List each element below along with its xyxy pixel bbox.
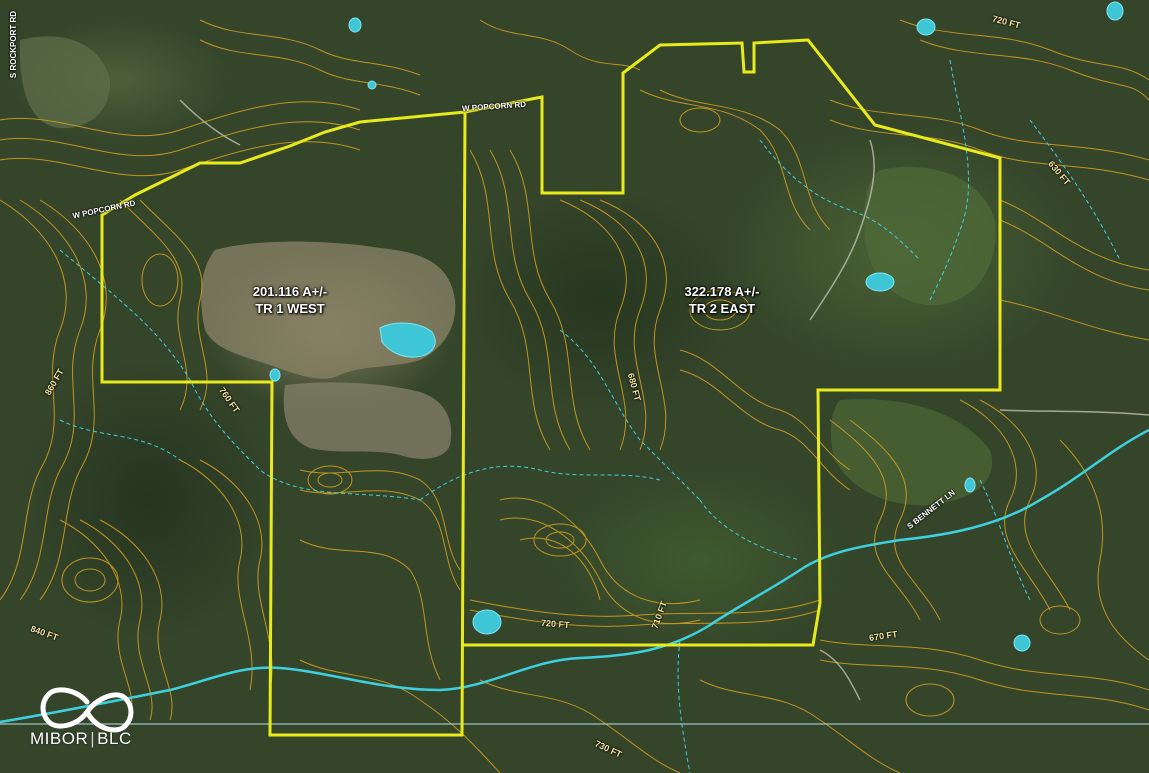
map-canvas[interactable]: 201.116 A+/- TR 1 WEST 322.178 A+/- TR 2…: [0, 0, 1149, 773]
tract-label-west[interactable]: 201.116 A+/- TR 1 WEST: [232, 283, 348, 317]
streams: [0, 59, 1149, 773]
ponds: [269, 1, 1124, 652]
tract-2-east-boundary: [462, 38, 1002, 647]
tract-name: TR 2 EAST: [688, 301, 756, 316]
pond: [1013, 634, 1031, 652]
pond: [472, 609, 502, 635]
pond: [865, 272, 895, 292]
contour-lines: [0, 19, 1149, 773]
tract-acreage: 201.116 A+/-: [252, 284, 328, 299]
tract-name: TR 1 WEST: [255, 301, 325, 316]
logo-brand-left: MIBOR: [30, 729, 89, 748]
logo-brand-right: BLC: [97, 729, 132, 748]
tract-acreage: 322.178 A+/-: [684, 284, 760, 299]
map-layer: [0, 1, 1149, 773]
logo-text: MIBOR | BLC: [30, 729, 132, 748]
road-label-rockport: S ROCKPORT RD: [9, 10, 19, 79]
pond: [367, 80, 377, 90]
pond: [348, 17, 362, 33]
pond: [269, 368, 281, 382]
pond: [916, 18, 936, 36]
pond: [1106, 1, 1124, 21]
tract-label-east[interactable]: 322.178 A+/- TR 2 EAST: [662, 283, 782, 317]
pond: [964, 477, 976, 493]
